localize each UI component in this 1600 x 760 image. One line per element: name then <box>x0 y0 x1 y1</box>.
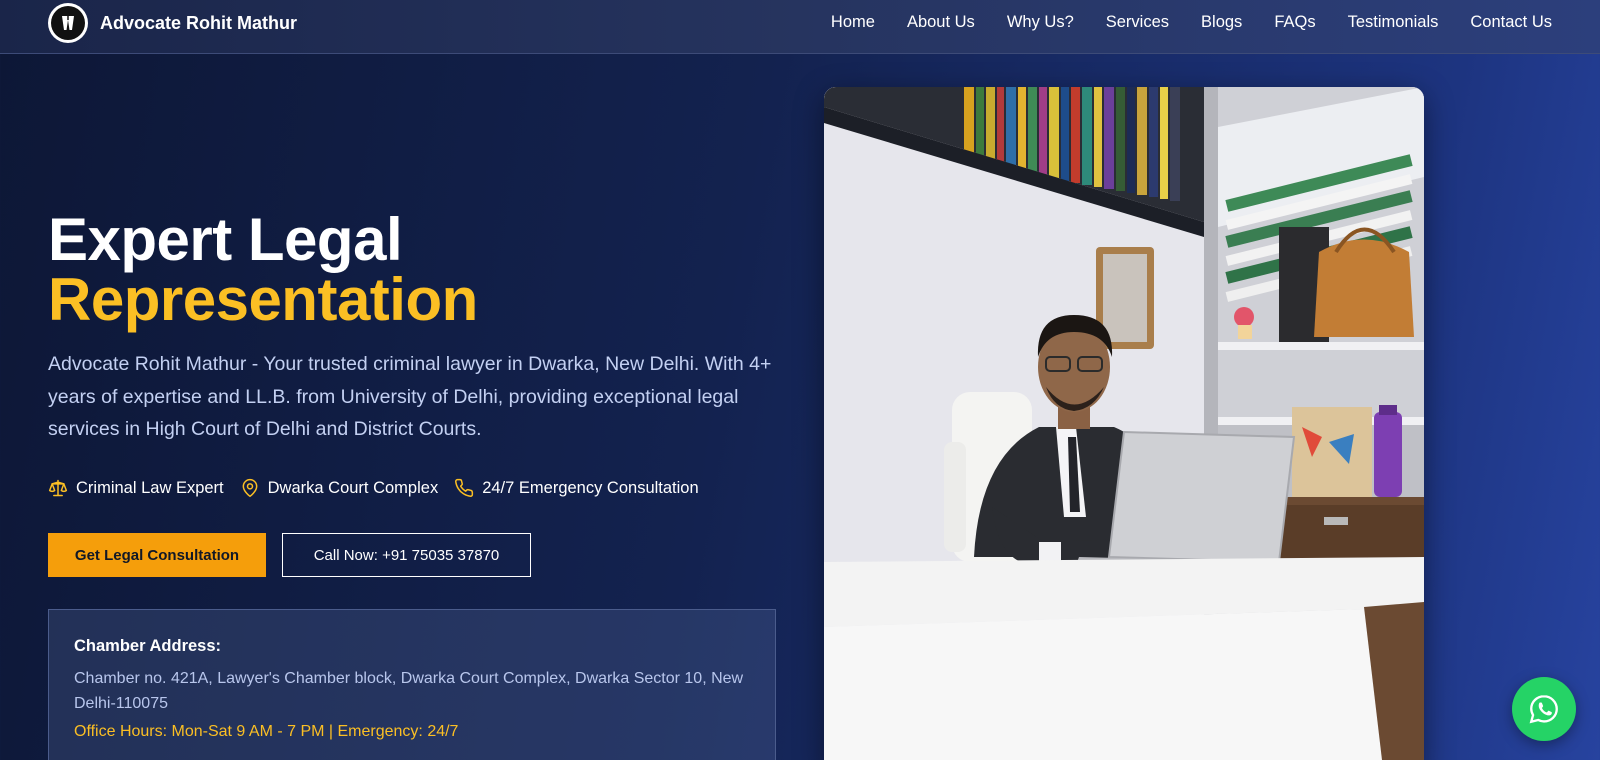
feature-emergency: 24/7 Emergency Consultation <box>454 478 699 498</box>
feature-label: Criminal Law Expert <box>76 478 224 497</box>
hero-title-line1: Expert Legal <box>48 206 403 273</box>
nav-contact-us[interactable]: Contact Us <box>1470 11 1552 33</box>
map-pin-icon <box>242 478 258 498</box>
nav-services[interactable]: Services <box>1106 11 1169 33</box>
hero-description: Advocate Rohit Mathur - Your trusted cri… <box>48 353 772 440</box>
call-now-button[interactable]: Call Now: +91 75035 37870 <box>282 533 531 577</box>
nav-about-us[interactable]: About Us <box>907 11 975 33</box>
lawyer-band-icon <box>48 3 88 43</box>
address-title: Chamber Address: <box>74 637 222 655</box>
phone-icon <box>455 478 474 497</box>
hero-title-line2: Representation <box>48 266 478 333</box>
scales-icon <box>48 479 68 497</box>
get-legal-consultation-button[interactable]: Get Legal Consultation <box>48 533 266 577</box>
nav-home[interactable]: Home <box>831 11 875 33</box>
chamber-address-card: Chamber Address: Chamber no. 421A, Lawye… <box>48 609 776 760</box>
feature-label: 24/7 Emergency Consultation <box>482 478 699 497</box>
brand-name: Advocate Rohit Mathur <box>100 12 298 33</box>
whatsapp-icon <box>1529 695 1558 724</box>
feature-label: Dwarka Court Complex <box>267 478 439 497</box>
main-nav: Home About Us Why Us? Services Blogs FAQ… <box>799 11 1552 33</box>
nav-faqs[interactable]: FAQs <box>1274 11 1315 33</box>
nav-blogs[interactable]: Blogs <box>1201 11 1242 33</box>
nav-testimonials[interactable]: Testimonials <box>1348 11 1439 33</box>
feature-list: Criminal Law Expert Dwarka Court Complex… <box>48 478 715 498</box>
office-hours: Office Hours: Mon-Sat 9 AM - 7 PM | Emer… <box>74 723 459 740</box>
address-text: Chamber no. 421A, Lawyer's Chamber block… <box>74 670 744 712</box>
advocate-office-photo <box>824 87 1424 760</box>
top-navbar: Advocate Rohit Mathur Home About Us Why … <box>0 0 1600 54</box>
feature-dwarka-court: Dwarka Court Complex <box>240 478 439 498</box>
hero-title: Expert Legal Representation <box>48 210 478 330</box>
nav-why-us[interactable]: Why Us? <box>1007 11 1074 33</box>
whatsapp-button[interactable] <box>1512 677 1576 741</box>
feature-criminal-law: Criminal Law Expert <box>48 478 224 498</box>
brand[interactable]: Advocate Rohit Mathur <box>48 3 297 43</box>
